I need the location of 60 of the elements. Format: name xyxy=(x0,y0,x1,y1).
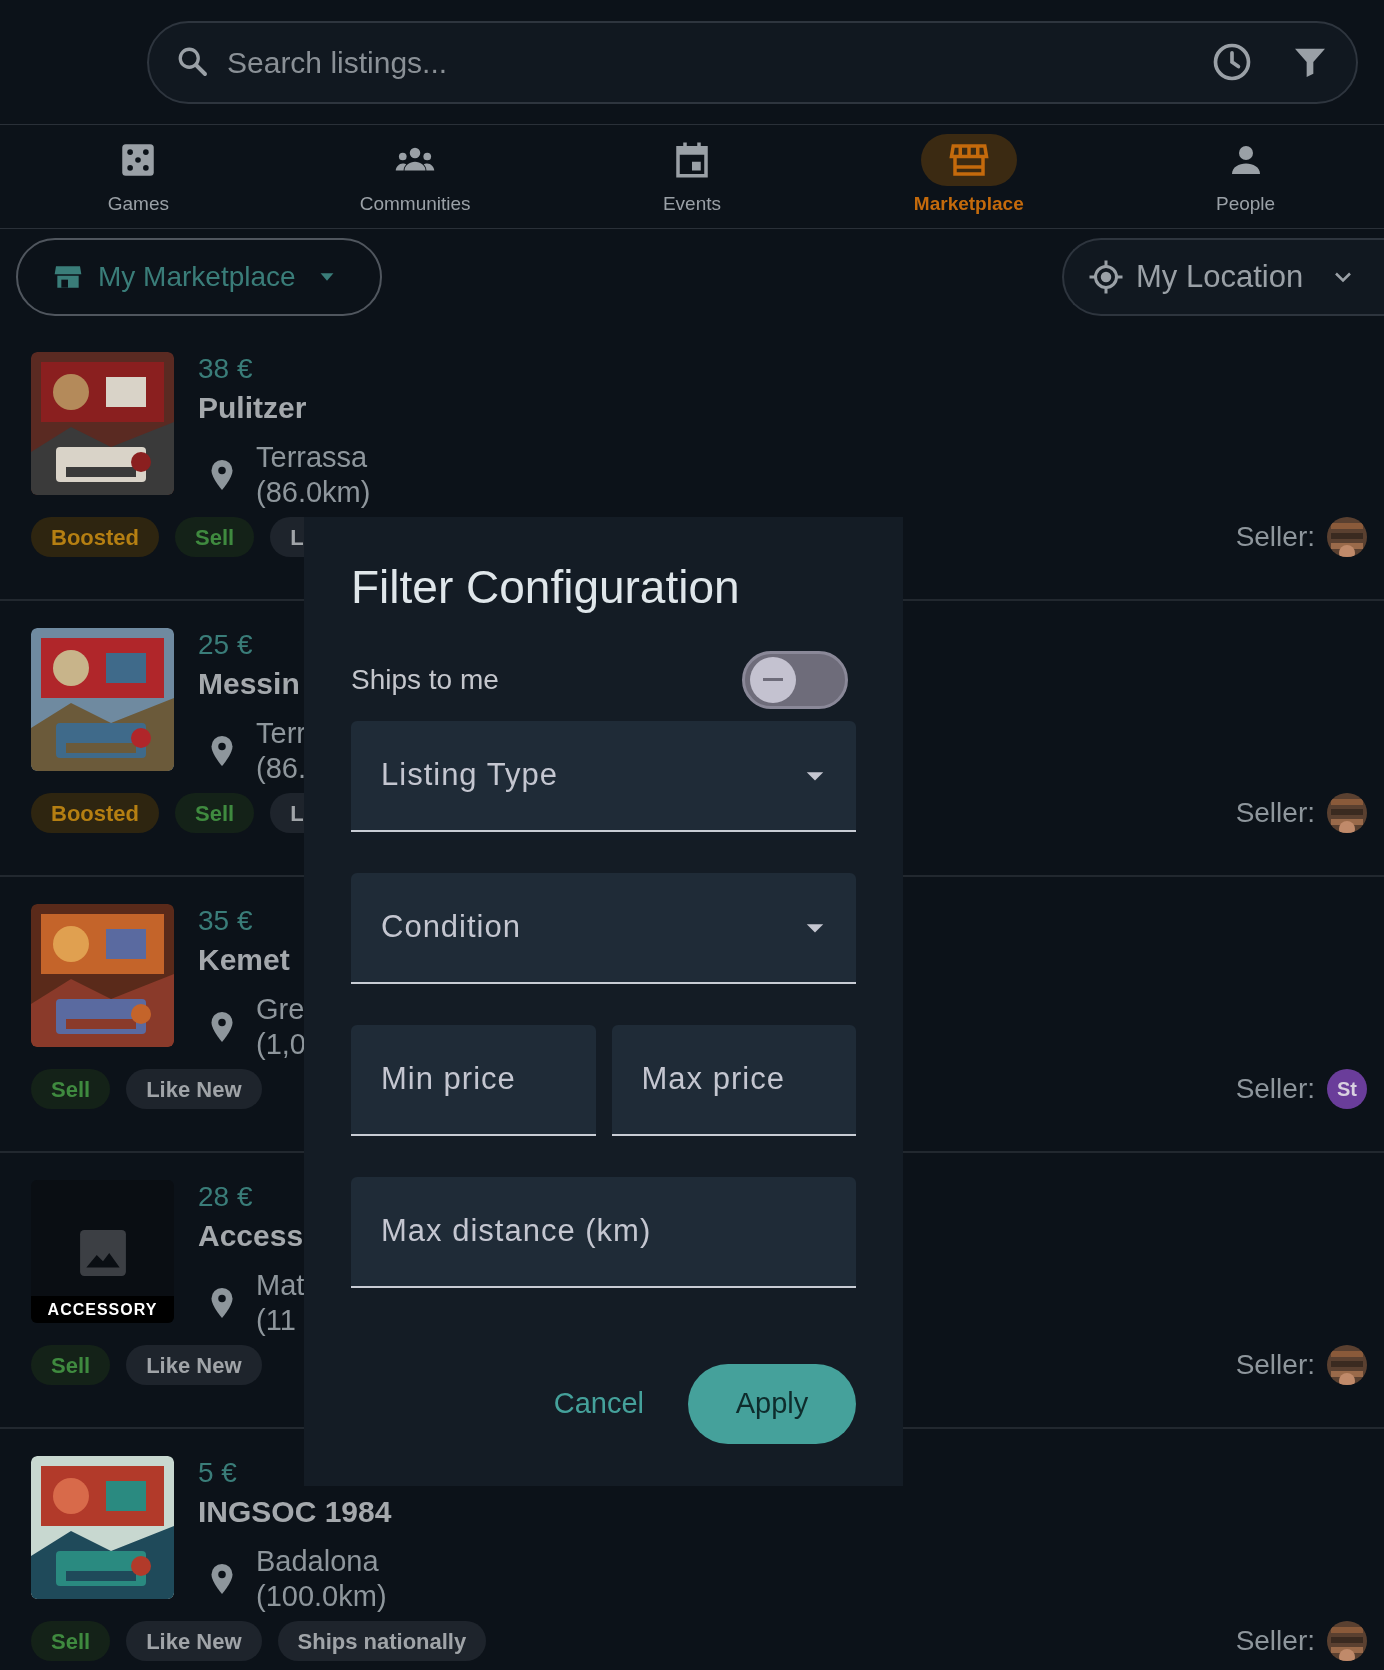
price-text: 38 € xyxy=(198,352,254,386)
tag-chip: Sell xyxy=(175,793,255,833)
location-text: Gre xyxy=(256,992,306,1027)
cancel-button[interactable]: Cancel xyxy=(533,1364,664,1444)
listing-title: Kemet xyxy=(198,942,291,978)
tag-chip: Boosted xyxy=(31,517,159,557)
target-icon xyxy=(1088,259,1124,295)
marketplace-dropdown[interactable]: My Marketplace xyxy=(16,238,382,316)
location-text: (86.0km) xyxy=(256,475,371,510)
toggle-label: Ships to me xyxy=(351,663,499,697)
tag-chip: Sell xyxy=(31,1621,111,1661)
nav-tab[interactable]: Marketplace xyxy=(830,125,1108,228)
seller-label: Seller: xyxy=(1235,1624,1315,1658)
listing-title: Access xyxy=(198,1218,305,1254)
location-text: (11 xyxy=(256,1303,297,1338)
location-text: (86. xyxy=(256,751,306,786)
image-label: ACCESSORY xyxy=(31,1296,174,1323)
tag-chip: Like New xyxy=(126,1345,262,1385)
select-field[interactable]: Listing Type xyxy=(351,721,856,832)
minus-icon xyxy=(763,678,783,682)
listing-title: Messin xyxy=(198,666,301,702)
location-dropdown[interactable]: My Location xyxy=(1062,238,1384,316)
input-field[interactable]: Max price xyxy=(611,1025,856,1136)
price-text: 5 € xyxy=(198,1456,238,1490)
toggle-switch[interactable] xyxy=(742,651,848,709)
nav-tab[interactable]: Games xyxy=(0,125,277,228)
select-field[interactable]: Condition xyxy=(351,873,856,984)
listing-title: Pulitzer xyxy=(198,390,308,426)
dialog-title: Filter Configuration xyxy=(351,560,741,615)
tag-chip: Like New xyxy=(126,1621,262,1661)
image-icon xyxy=(77,1228,128,1278)
seller-label: Seller: xyxy=(1235,1072,1315,1106)
location-text: (1,0 xyxy=(256,1027,306,1062)
tag-chip: Boosted xyxy=(31,793,159,833)
nav-tab[interactable]: Events xyxy=(553,125,831,228)
apply-button[interactable]: Apply xyxy=(688,1364,856,1444)
listing-title: INGSOC 1984 xyxy=(198,1494,392,1530)
search-bar[interactable]: Search listings... xyxy=(147,20,1358,104)
location-text: Mat xyxy=(256,1268,305,1303)
location-text: Terrassa xyxy=(256,440,369,475)
nav-tab[interactable]: Communities xyxy=(276,125,554,228)
nav-tab[interactable]: People xyxy=(1107,125,1384,228)
seller-label: Seller: xyxy=(1235,520,1315,554)
input-field[interactable]: Max distance (km) xyxy=(351,1177,856,1288)
avatar: St xyxy=(1327,1069,1367,1109)
location-text: (100.0km) xyxy=(256,1579,387,1614)
tag-chip: Sell xyxy=(31,1069,111,1109)
search-field[interactable]: Search listings... xyxy=(227,39,1194,85)
seller-label: Seller: xyxy=(1235,796,1315,830)
price-text: 28 € xyxy=(198,1180,254,1214)
location-text: Badalona xyxy=(256,1544,380,1579)
tag-chip: Ships nationally xyxy=(277,1621,487,1661)
location-text: Terr xyxy=(256,716,306,751)
seller-label: Seller: xyxy=(1235,1348,1315,1382)
tag-chip: Sell xyxy=(31,1345,111,1385)
price-text: 35 € xyxy=(198,904,254,938)
price-text: 25 € xyxy=(198,628,254,662)
tag-chip: Sell xyxy=(175,517,255,557)
tag-chip: Like New xyxy=(126,1069,262,1109)
input-field[interactable]: Min price xyxy=(351,1025,596,1136)
